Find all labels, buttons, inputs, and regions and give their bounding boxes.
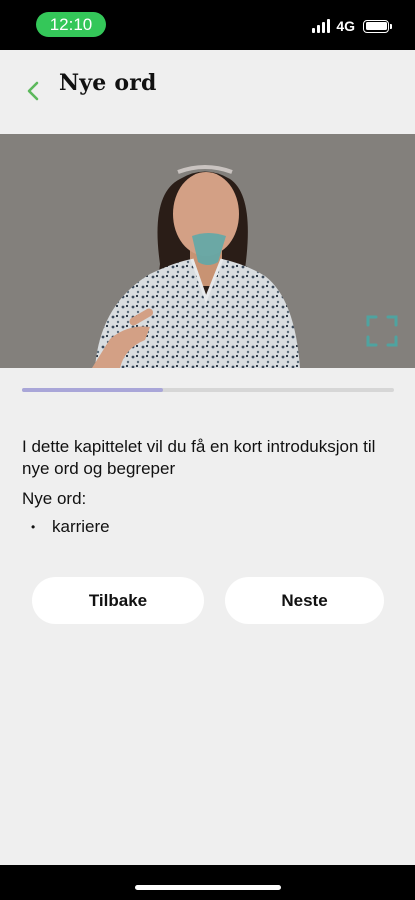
header: Nye ord (0, 50, 415, 134)
app-screen: Nye ord I dette kapittelet vil du få en … (0, 50, 415, 865)
battery-icon (363, 19, 392, 33)
progress-bar (22, 388, 394, 392)
status-icons: 4G (312, 17, 392, 35)
cellular-signal-icon (312, 19, 331, 33)
word-list: karriere (22, 516, 394, 538)
intro-text: I dette kapittelet vil du få en kort int… (22, 437, 376, 478)
next-button[interactable]: Neste (225, 577, 384, 624)
home-indicator-area (0, 865, 415, 900)
fullscreen-button[interactable] (365, 314, 399, 348)
back-nav-button[interactable]: Tilbake (32, 577, 204, 624)
fullscreen-icon (366, 315, 398, 347)
back-button[interactable] (20, 78, 46, 104)
chapter-content: I dette kapittelet vil du få en kort int… (22, 436, 394, 538)
home-indicator[interactable] (135, 885, 281, 890)
chevron-left-icon (27, 81, 39, 101)
list-item: karriere (22, 516, 394, 538)
network-type: 4G (336, 18, 355, 34)
status-time: 12:10 (36, 12, 106, 37)
progress-fill (22, 388, 164, 392)
status-bar: 12:10 4G (0, 0, 415, 50)
video-frame (0, 134, 415, 368)
page-title: Nye ord (59, 70, 157, 96)
video-player[interactable] (0, 134, 415, 368)
words-heading: Nye ord: (22, 489, 87, 508)
